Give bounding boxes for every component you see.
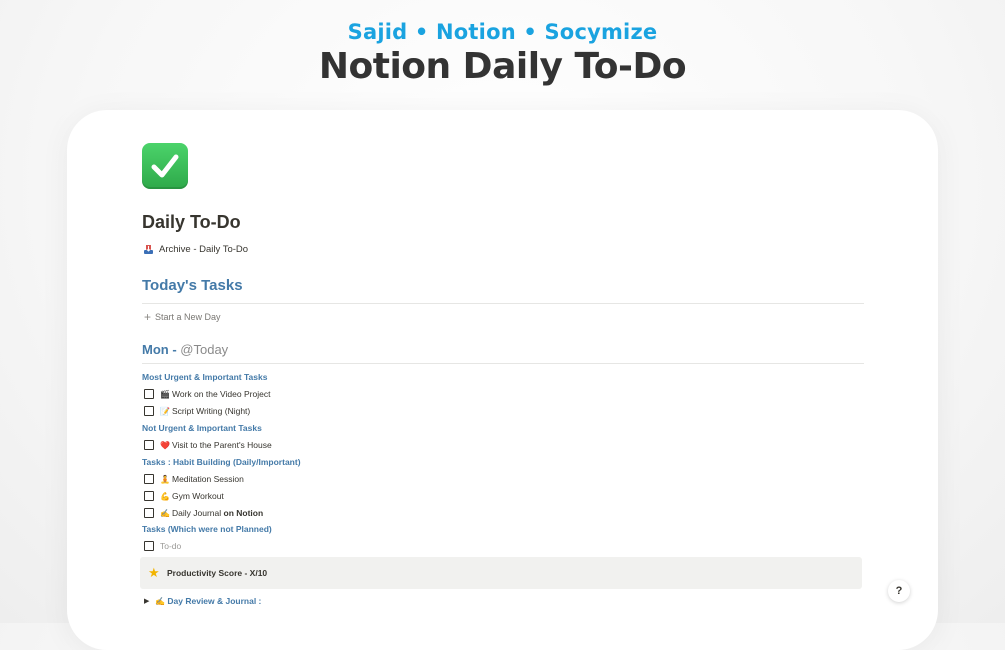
checkbox[interactable]: [144, 474, 154, 484]
page-title[interactable]: Daily To-Do: [142, 212, 241, 233]
toggle-arrow-icon[interactable]: ▶: [144, 597, 149, 605]
divider: [142, 363, 864, 364]
headline: Notion Daily To-Do: [318, 46, 687, 87]
todo-item[interactable]: ❤️ Visit to the Parent's House: [144, 438, 272, 452]
meditation-icon: 🧘: [160, 474, 170, 484]
start-new-day-label: Start a New Day: [155, 312, 221, 322]
todo-text[interactable]: Gym Workout: [172, 491, 224, 501]
plus-icon: +: [144, 310, 152, 324]
divider: [142, 303, 864, 304]
section-label-unplanned: Tasks (Which were not Planned): [142, 524, 272, 534]
todo-item[interactable]: 💪 Gym Workout: [144, 489, 224, 503]
callout-text[interactable]: Productivity Score - X/10: [167, 568, 267, 578]
checkbox[interactable]: [144, 491, 154, 501]
archive-link[interactable]: Archive - Daily To-Do: [142, 240, 251, 258]
todo-item[interactable]: ✍️ Daily Journal on Notion: [144, 506, 263, 520]
todo-text-plain: Daily Journal: [172, 508, 222, 518]
section-label-habit-building: Tasks : Habit Building (Daily/Important): [142, 457, 301, 467]
checkbox[interactable]: [144, 508, 154, 518]
star-icon: ★: [148, 565, 160, 580]
productivity-score-callout[interactable]: ★ Productivity Score - X/10: [140, 557, 862, 589]
memo-icon: 📝: [160, 406, 170, 416]
checkbox[interactable]: [144, 389, 154, 399]
todo-item[interactable]: 📝 Script Writing (Night): [144, 404, 250, 418]
todo-item[interactable]: To-do: [144, 539, 181, 553]
todo-text[interactable]: Script Writing (Night): [172, 406, 250, 416]
day-heading: Mon - @Today: [142, 342, 228, 357]
todo-item[interactable]: 🧘 Meditation Session: [144, 472, 244, 486]
help-button[interactable]: ?: [888, 580, 910, 602]
start-new-day-button[interactable]: + Start a New Day: [144, 310, 221, 324]
todo-text[interactable]: Visit to the Parent's House: [172, 440, 272, 450]
day-review-toggle[interactable]: ▶ ✍️ Day Review & Journal :: [144, 595, 261, 607]
todo-placeholder[interactable]: To-do: [160, 541, 181, 551]
todo-text[interactable]: Work on the Video Project: [172, 389, 270, 399]
todo-item[interactable]: 🎬 Work on the Video Project: [144, 387, 270, 401]
flexed-biceps-icon: 💪: [160, 491, 170, 501]
archive-link-label: Archive - Daily To-Do: [159, 243, 249, 255]
day-separator: -: [168, 342, 181, 357]
clapper-board-icon: 🎬: [160, 389, 170, 399]
section-label-urgent-important: Most Urgent & Important Tasks: [142, 372, 268, 382]
todo-text-bold: on Notion: [223, 508, 264, 518]
todo-text[interactable]: Meditation Session: [172, 474, 244, 484]
todo-text[interactable]: Daily Journal on Notion: [172, 508, 263, 518]
todays-tasks-heading: Today's Tasks: [142, 277, 243, 294]
writing-hand-icon: ✍️: [160, 508, 170, 518]
notion-page-card: Daily To-Do Archive - Daily To-Do Today'…: [67, 110, 938, 650]
today-mention[interactable]: @Today: [180, 342, 228, 357]
tagline: Sajid • Notion • Socymize: [347, 20, 658, 44]
section-label-not-urgent-important: Not Urgent & Important Tasks: [142, 423, 262, 433]
writing-hand-icon: ✍️: [155, 596, 166, 606]
heart-icon: ❤️: [160, 440, 170, 450]
toggle-label: Day Review & Journal :: [167, 596, 262, 606]
white-check-mark-icon[interactable]: [142, 143, 188, 189]
day-name: Mon: [142, 342, 169, 357]
inbox-tray-icon: [143, 244, 154, 255]
checkbox[interactable]: [144, 406, 154, 416]
checkbox[interactable]: [144, 541, 154, 551]
checkbox[interactable]: [144, 440, 154, 450]
